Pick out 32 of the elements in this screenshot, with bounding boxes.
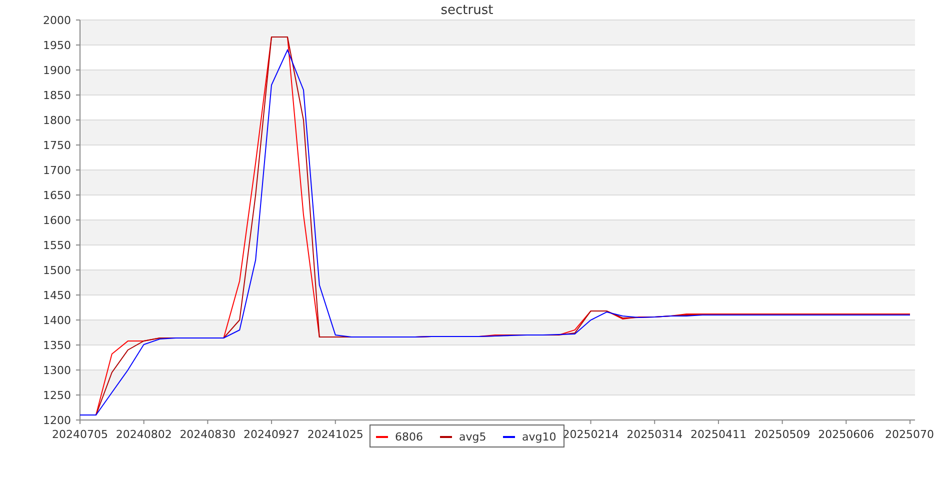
axis-tick-label: 20240802 xyxy=(116,428,172,441)
axis-tick-label: 1350 xyxy=(43,339,71,352)
axis-tick-label: 20250606 xyxy=(818,428,874,441)
axis-tick-label: 20240705 xyxy=(52,428,108,441)
axis-tick-label: 1250 xyxy=(43,389,71,402)
axis-tick-label: 1400 xyxy=(43,314,71,327)
axis-tick-label: 1500 xyxy=(43,264,71,277)
axis-tick-label: 20250314 xyxy=(626,428,683,441)
axis-tick-label: 2025070 xyxy=(885,428,934,441)
axis-tick-label: 20241025 xyxy=(307,428,364,441)
axis-tick-label: 20250509 xyxy=(754,428,810,441)
axis-tick-label: 1700 xyxy=(43,164,71,177)
legend-label: avg5 xyxy=(459,430,486,444)
axis-tick-label: 1650 xyxy=(43,189,71,202)
axis-tick-label: 20250411 xyxy=(690,428,746,441)
legend-label: 6806 xyxy=(395,430,423,444)
axis-tick-label: 2000 xyxy=(43,14,71,27)
legend-label: avg10 xyxy=(522,430,556,444)
axis-tick-label: 1450 xyxy=(43,289,71,302)
axis-tick-label: 1600 xyxy=(43,214,71,227)
axis-tick-label: 1200 xyxy=(43,414,71,427)
axis-tick-label: 1950 xyxy=(43,39,71,52)
axis-tick-label: 1850 xyxy=(43,89,71,102)
axis-tick-label: 1800 xyxy=(43,114,71,127)
axis-tick-label: 20240830 xyxy=(180,428,236,441)
axis-tick-label: 20250214 xyxy=(562,428,619,441)
axis-tick-label: 20240927 xyxy=(244,428,300,441)
axis-tick-label: 1300 xyxy=(43,364,71,377)
axis-tick-label: 1550 xyxy=(43,239,71,252)
axis-tick-label: 1750 xyxy=(43,139,71,152)
axis-tick-label: 1900 xyxy=(43,64,71,77)
chart-title: sectrust xyxy=(440,3,494,18)
